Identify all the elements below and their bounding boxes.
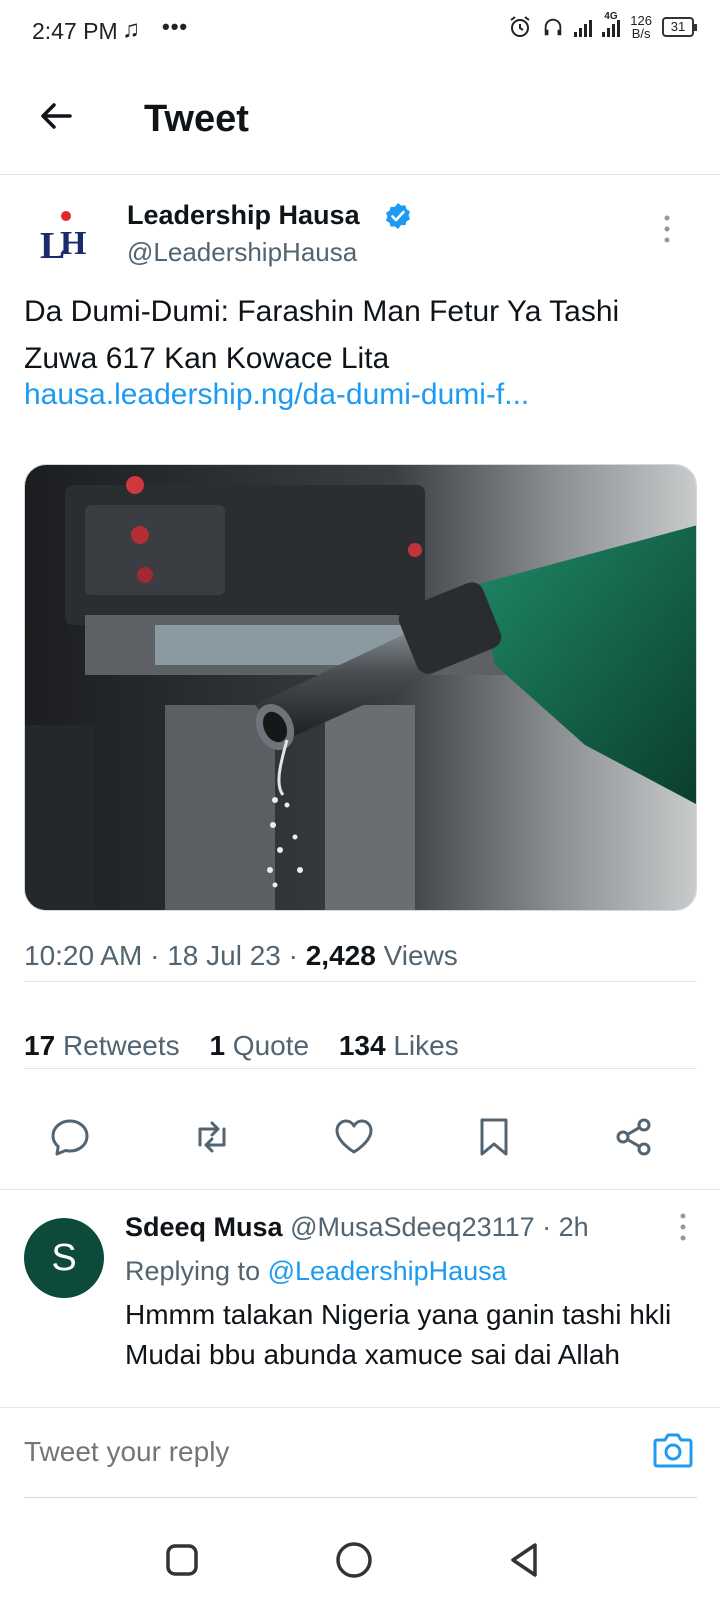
verified-badge-icon [386, 203, 410, 229]
bookmark-button[interactable] [472, 1115, 516, 1159]
back-button[interactable] [36, 96, 76, 136]
reply-input[interactable] [24, 1436, 604, 1468]
square-icon [166, 1544, 198, 1576]
retweets-stat[interactable]: 17 Retweets [24, 1030, 180, 1061]
reply-text-line: Hmmm talakan Nigeria yana ganin tashi hk… [125, 1299, 672, 1330]
recents-button[interactable] [162, 1540, 202, 1580]
music-note-icon: ♫ [122, 16, 140, 43]
likes-stat[interactable]: 134 Likes [339, 1030, 459, 1061]
network-label: 4G [604, 11, 618, 22]
leadership-logo-icon: L H [40, 211, 86, 267]
tweet-stats: 17 Retweets 1 Quote 134 Likes [24, 1030, 481, 1062]
share-button[interactable] [612, 1115, 656, 1159]
reply-text-line: Mudai bbu abunda xamuce sai dai Allah [125, 1339, 621, 1370]
tweet-time: 10:20 AM [24, 940, 143, 971]
reply-author-name[interactable]: Sdeeq Musa [125, 1212, 283, 1242]
page-title: Tweet [144, 98, 249, 140]
tweet-actions [0, 1115, 720, 1175]
alarm-icon [510, 16, 530, 37]
reply-composer [0, 1407, 720, 1497]
tweet-meta: 10:20 AM · 18 Jul 23 · 2,428 Views [24, 940, 458, 972]
tweet-image[interactable] [24, 464, 697, 911]
speed-unit: B/s [631, 26, 651, 41]
views-label[interactable]: Views [384, 940, 458, 971]
author-name[interactable]: Leadership Hausa [127, 200, 360, 231]
views-count: 2,428 [305, 940, 376, 971]
composer-divider [24, 1497, 697, 1498]
replying-to-mention[interactable]: @LeadershipHausa [268, 1256, 507, 1286]
divider [24, 1068, 697, 1069]
circle-icon [336, 1542, 372, 1578]
network-4g-icon: 4G [602, 11, 621, 37]
reply-header: Sdeeq Musa @MusaSdeeq23117 · 2h [125, 1212, 589, 1243]
battery-level: 31 [670, 19, 686, 34]
quotes-count: 1 [209, 1030, 226, 1061]
reply-icon [51, 1119, 89, 1156]
retweets-count: 17 [24, 1030, 56, 1061]
signal-icon [574, 17, 593, 37]
replying-to: Replying to @LeadershipHausa [125, 1256, 507, 1287]
quotes-label: Quote [232, 1030, 310, 1061]
battery-icon: 31 [662, 17, 697, 37]
arrow-left-icon [41, 103, 72, 129]
status-icons: 4G 126 B/s 31 [508, 11, 697, 40]
heart-icon [335, 1119, 373, 1154]
meta-separator: · [150, 940, 168, 971]
retweet-icon [198, 1121, 226, 1153]
share-icon [616, 1118, 651, 1156]
camera-button[interactable] [652, 1431, 694, 1469]
retweet-button[interactable] [190, 1115, 234, 1159]
quotes-stat[interactable]: 1 Quote [209, 1030, 309, 1061]
reply-avatar[interactable]: S [24, 1218, 104, 1298]
tweet-text: Da Dumi-Dumi: Farashin Man Fetur Ya Tash… [24, 295, 620, 375]
bookmark-icon [480, 1118, 508, 1156]
system-nav-bar [0, 1510, 720, 1600]
reply-more-options-icon[interactable] [676, 1212, 690, 1242]
tweet-date: 18 Jul 23 [167, 940, 281, 971]
author-avatar[interactable]: L H [36, 208, 96, 268]
tweet-link[interactable]: hausa.leadership.ng/da-dumi-dumi-f... [24, 378, 529, 412]
camera-icon [653, 1433, 693, 1468]
fuel-nozzle-image [25, 465, 696, 910]
status-time: 2:47 PM [32, 18, 118, 44]
reply-text: Hmmm talakan Nigeria yana ganin tashi hk… [125, 1295, 685, 1375]
retweets-label: Retweets [62, 1030, 180, 1061]
network-speed: 126 B/s [630, 14, 652, 40]
svg-text:H: H [60, 225, 86, 262]
divider [24, 981, 697, 982]
likes-label: Likes [393, 1030, 459, 1061]
back-nav-button[interactable] [504, 1540, 544, 1580]
reply-author-handle[interactable]: @MusaSdeeq23117 [290, 1212, 535, 1242]
more-notifications-icon: ••• [162, 14, 189, 39]
meta-separator: · [288, 940, 306, 971]
home-button[interactable] [334, 1540, 374, 1580]
status-bar: 2:47 PM ♫ ••• 4G 126 B/s 31 [0, 0, 720, 62]
reply-item[interactable]: S Sdeeq Musa @MusaSdeeq23117 · 2h Replyi… [0, 1189, 720, 1407]
like-button[interactable] [332, 1115, 376, 1159]
likes-count: 134 [338, 1030, 386, 1061]
author-handle[interactable]: @LeadershipHausa [127, 237, 357, 268]
top-app-bar: Tweet [0, 62, 720, 175]
reply-button[interactable] [48, 1115, 92, 1159]
triangle-back-icon [511, 1543, 537, 1577]
headphones-icon [545, 18, 562, 36]
more-options-icon[interactable] [660, 214, 674, 244]
reply-age: · 2h [542, 1212, 589, 1242]
replying-label: Replying to [125, 1256, 261, 1286]
